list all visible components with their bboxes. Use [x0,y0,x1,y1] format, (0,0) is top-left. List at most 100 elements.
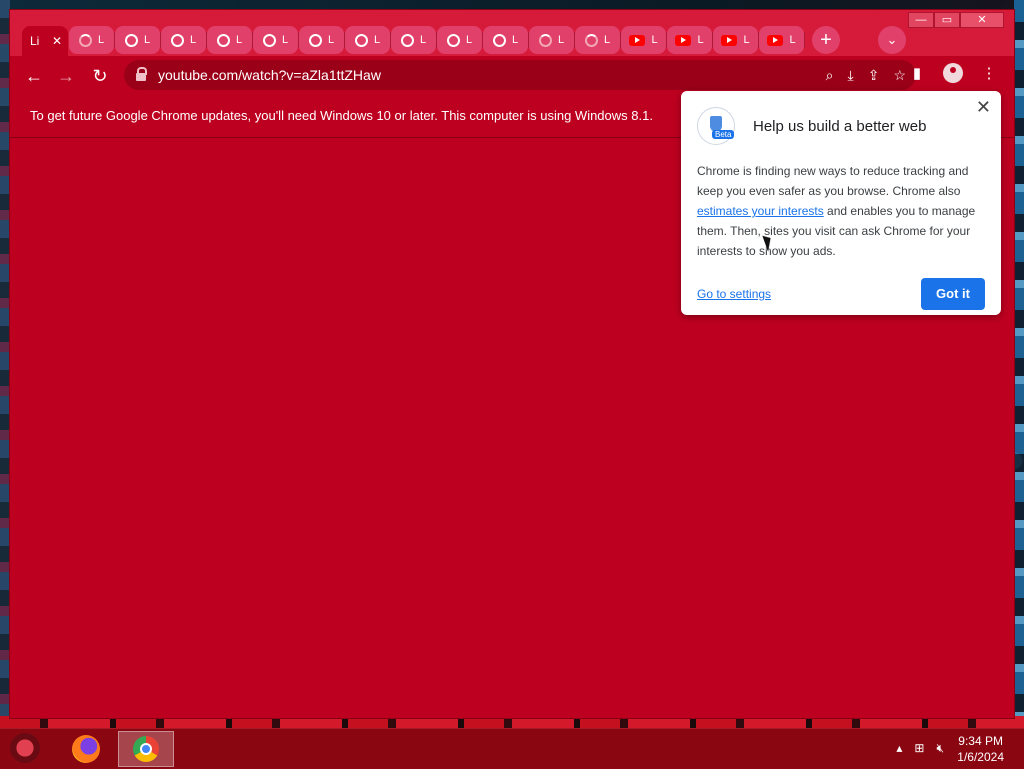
toolbar-right: ▮ ⋮ [906,62,1000,84]
got-it-button[interactable]: Got it [921,278,985,310]
estimates-interests-link[interactable]: estimates your interests [697,204,824,218]
start-button[interactable] [10,733,40,763]
tab-mini-label: L [189,34,197,46]
tab-favicon-icon [354,33,368,47]
system-tray: ▴ ⊞ 🔇︎ [896,741,944,756]
new-tab-button[interactable]: + [812,26,840,54]
tab-mini-label: L [419,34,427,46]
back-button[interactable]: ← [20,62,48,90]
minimize-button[interactable]: — [908,12,934,28]
install-icon[interactable]: ⤓ [848,67,854,84]
tab-mini[interactable]: L [483,26,529,54]
tab-close-icon[interactable]: ✕ [52,34,62,48]
network-icon[interactable]: ⊞ [914,741,924,756]
go-to-settings-link[interactable]: Go to settings [697,287,771,301]
youtube-favicon-icon [721,34,738,46]
tab-strip: Li ✕ L L L L L L L L L L L L L L L L + [22,24,840,56]
tab-mini[interactable]: L [207,26,253,54]
tab-mini-label: L [327,34,335,46]
tab-title: Li [30,34,40,48]
tab-mini-label: L [235,34,243,46]
desktop-icons-left [0,0,10,728]
tab-mini-label: L [511,34,519,46]
tab-mini-label: L [97,34,105,46]
omnibox-actions: ⌕ ⤓ ⇪ ☆ [826,60,906,90]
privacy-sandbox-dialog: ✕ Beta Help us build a better web Chrome… [681,91,1001,315]
profile-button[interactable] [942,62,964,84]
close-window-button[interactable]: ✕ [960,12,1004,28]
tab-mini[interactable]: L [621,26,667,54]
tab-search-icon[interactable]: ⌄ [878,26,906,54]
tab-mini-label: L [143,34,151,46]
clock[interactable]: 9:34 PM 1/6/2024 [957,733,1004,765]
tab-favicon-icon [262,33,276,47]
tab-mini-label: L [743,34,750,46]
firefox-icon [72,735,100,763]
tab-mini-label: L [603,34,611,46]
tab-mini-label: L [651,34,658,46]
tab-active[interactable]: Li ✕ [22,26,68,56]
tab-mini[interactable]: L [437,26,483,54]
loading-spinner-icon [538,33,552,47]
side-panel-icon[interactable]: ▮ [906,62,928,84]
tab-favicon-icon [446,33,460,47]
tab-mini-label: L [789,34,796,46]
avatar-icon [943,63,963,83]
menu-kebab-icon[interactable]: ⋮ [978,62,1000,84]
tab-mini[interactable]: L [115,26,161,54]
maximize-button[interactable]: ▭ [934,12,960,28]
toolbar: ← → ↻ youtube.com/watch?v=aZla1ttZHaw ⌕ … [10,56,1014,94]
chrome-icon [133,736,159,762]
taskbar-firefox[interactable] [58,731,114,767]
lock-icon[interactable] [136,67,147,81]
tab-favicon-icon [170,33,184,47]
tab-mini-label: L [373,34,381,46]
taskbar-chrome[interactable] [118,731,174,767]
tab-favicon-icon [492,33,506,47]
youtube-favicon-icon [675,34,692,46]
desktop-icons-right [1014,0,1024,728]
tab-mini[interactable]: L [713,26,759,54]
search-icon[interactable]: ⌕ [826,67,834,84]
beta-badge: Beta [712,130,735,139]
tab-mini-label: L [281,34,289,46]
tab-mini-label: L [697,34,704,46]
loading-spinner-icon [78,33,92,47]
dialog-title: Help us build a better web [753,118,927,135]
reload-button[interactable]: ↻ [86,62,114,90]
address-bar[interactable]: youtube.com/watch?v=aZla1ttZHaw ⌕ ⤓ ⇪ ☆ [124,60,916,90]
tab-mini[interactable]: L [575,26,621,54]
tab-mini[interactable]: L [345,26,391,54]
loading-spinner-icon [584,33,598,47]
youtube-favicon-icon [767,34,784,46]
tab-mini[interactable]: L [759,26,805,54]
forward-button[interactable]: → [52,62,80,90]
tray-chevron-icon[interactable]: ▴ [896,741,902,756]
tab-mini-label: L [557,34,565,46]
tab-mini[interactable]: L [69,26,115,54]
tab-mini[interactable]: L [391,26,437,54]
tab-mini-label: L [465,34,473,46]
close-icon[interactable]: ✕ [976,97,991,118]
tab-mini[interactable]: L [161,26,207,54]
tab-favicon-icon [400,33,414,47]
share-icon[interactable]: ⇪ [868,67,880,84]
bookmark-star-icon[interactable]: ☆ [893,67,906,84]
tab-favicon-icon [216,33,230,47]
beta-flask-icon: Beta [697,107,735,145]
volume-muted-icon[interactable]: 🔇︎ [936,741,944,756]
tab-mini[interactable]: L [529,26,575,54]
dialog-body: Chrome is finding new ways to reduce tra… [697,161,989,261]
taskbar: ▴ ⊞ 🔇︎ 9:34 PM 1/6/2024 [0,728,1024,769]
tab-mini[interactable]: L [299,26,345,54]
tab-mini[interactable]: L [667,26,713,54]
youtube-favicon-icon [629,34,646,46]
clock-date: 1/6/2024 [957,750,1004,764]
tab-favicon-icon [308,33,322,47]
url-text[interactable]: youtube.com/watch?v=aZla1ttZHaw [158,67,381,83]
clock-time: 9:34 PM [958,734,1003,748]
tab-mini[interactable]: L [253,26,299,54]
body-text-before: Chrome is finding new ways to reduce tra… [697,164,969,198]
window-controls: — ▭ ✕ [908,12,1004,28]
chrome-window: Li ✕ L L L L L L L L L L L L L L L L + ⌄ — ▭ ✕ ← → ↻ yo… [10,10,1014,718]
